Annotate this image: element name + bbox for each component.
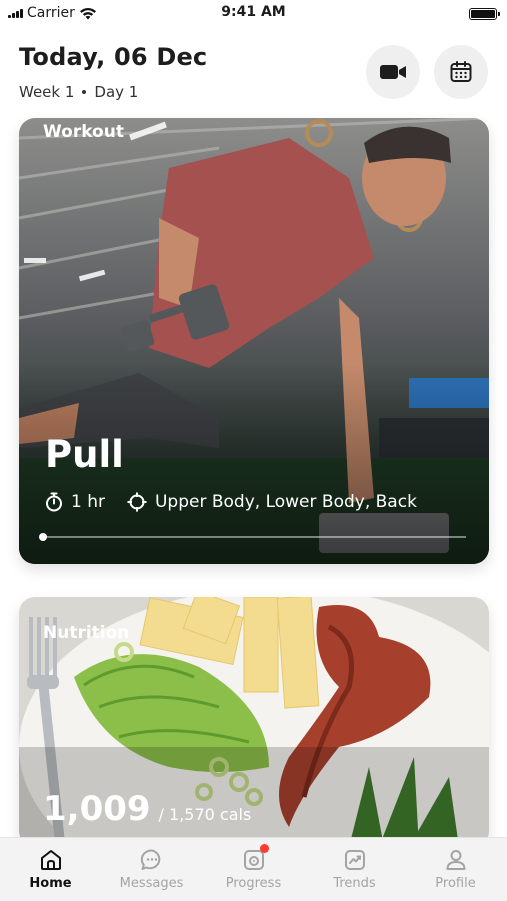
status-bar: Carrier 9:41 AM — [0, 0, 507, 26]
workout-duration: 1 hr — [45, 492, 105, 512]
nav-trends[interactable]: Trends — [304, 838, 405, 901]
calorie-readout: 1,009 / 1,570 cals — [43, 789, 251, 829]
calories-consumed: 1,009 — [43, 789, 151, 829]
workout-focus-value: Upper Body, Lower Body, Back — [154, 492, 417, 512]
workout-name: Pull — [45, 433, 124, 476]
week-day-indicator: Week 1 Day 1 — [19, 83, 138, 101]
nav-profile[interactable]: Profile — [405, 838, 506, 901]
battery-icon — [469, 8, 500, 20]
nutrition-card[interactable]: Nutrition 1,009 / 1,570 cals — [19, 597, 489, 847]
day-label: Day 1 — [94, 83, 139, 101]
calories-total: / 1,570 cals — [158, 805, 252, 824]
status-time: 9:41 AM — [221, 4, 286, 20]
nav-trends-label: Trends — [333, 876, 376, 891]
header: Today, 06 Dec Week 1 Day 1 — [0, 26, 507, 121]
separator-dot — [82, 90, 87, 94]
trend-chart-icon — [344, 850, 365, 870]
workout-progress-knob — [39, 533, 47, 541]
nav-messages-label: Messages — [119, 876, 184, 891]
workout-duration-value: 1 hr — [71, 492, 105, 512]
workout-card[interactable]: Workout Pull 1 hr Upper Body, Lower Body… — [19, 118, 489, 564]
nav-home-label: Home — [29, 876, 72, 891]
calendar-icon — [450, 61, 472, 82]
workout-card-label: Workout — [43, 122, 124, 142]
nav-home[interactable]: Home — [0, 838, 101, 901]
nav-messages[interactable]: Messages — [101, 838, 202, 901]
workout-meta: 1 hr Upper Body, Lower Body, Back — [45, 492, 417, 512]
nav-progress-label: Progress — [225, 876, 282, 891]
person-icon — [446, 850, 465, 870]
home-icon — [40, 850, 61, 870]
progress-notification-badge — [259, 844, 269, 853]
stopwatch-icon — [46, 492, 62, 512]
chat-bubble-icon — [140, 849, 160, 870]
nav-progress[interactable]: Progress — [203, 838, 304, 901]
nutrition-card-label: Nutrition — [43, 623, 130, 643]
nav-profile-label: Profile — [435, 876, 476, 891]
video-button[interactable] — [366, 45, 420, 99]
bottom-nav: Home Messages Progress Trends Profile — [0, 837, 507, 901]
video-camera-icon — [380, 65, 406, 79]
page-title: Today, 06 Dec — [19, 43, 208, 71]
calendar-button[interactable] — [434, 45, 488, 99]
crosshair-icon — [127, 492, 147, 512]
workout-focus: Upper Body, Lower Body, Back — [127, 492, 417, 512]
week-label: Week 1 — [19, 83, 75, 101]
workout-progress-bar — [39, 533, 466, 541]
